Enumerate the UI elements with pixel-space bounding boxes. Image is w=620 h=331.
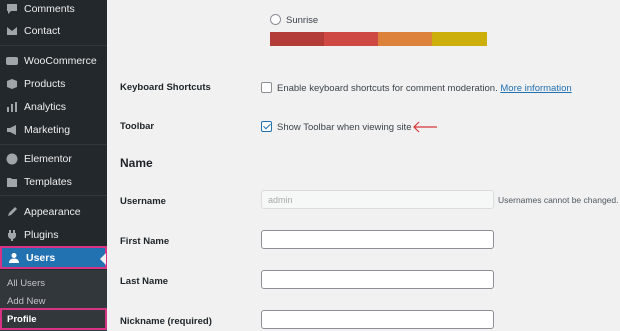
- last-name-field[interactable]: [261, 270, 494, 289]
- sidebar-item-label: Templates: [24, 176, 72, 188]
- username-hint: Usernames cannot be changed.: [498, 195, 619, 205]
- first-name-label: First Name: [120, 236, 170, 247]
- sidebar-item-label: Contact: [24, 25, 61, 37]
- keyboard-shortcuts-checkbox[interactable]: [261, 82, 272, 93]
- color-scheme-label: Sunrise: [286, 15, 319, 26]
- products-icon: [0, 78, 24, 90]
- appearance-icon: [0, 206, 24, 218]
- users-icon: [2, 252, 26, 264]
- left-arrow-icon: [413, 121, 437, 133]
- keyboard-shortcuts-text: Enable keyboard shortcuts for comment mo…: [277, 83, 572, 94]
- keyboard-shortcuts-label: Keyboard Shortcuts: [120, 82, 211, 93]
- sidebar-item-analytics[interactable]: Analytics: [0, 96, 107, 118]
- mail-icon: [0, 25, 24, 37]
- sidebar-item-users[interactable]: Users: [0, 246, 107, 269]
- submenu-item-all-users[interactable]: All Users: [0, 273, 107, 293]
- sidebar-item-marketing[interactable]: Marketing: [0, 119, 107, 141]
- admin-sidebar: Comments Contact WooCommerce Products An…: [0, 0, 107, 331]
- sidebar-item-label: Elementor: [24, 153, 72, 165]
- woocommerce-icon: [0, 55, 24, 67]
- sidebar-item-elementor[interactable]: Elementor: [0, 148, 107, 170]
- color-swatch: [432, 32, 487, 46]
- elementor-icon: [0, 153, 24, 165]
- marketing-icon: [0, 124, 24, 136]
- toolbar-label: Toolbar: [120, 121, 155, 132]
- username-field[interactable]: admin: [261, 190, 494, 209]
- plugins-icon: [0, 229, 24, 241]
- sidebar-item-label: Marketing: [24, 124, 71, 136]
- sidebar-item-appearance[interactable]: Appearance: [0, 201, 107, 223]
- color-swatch: [378, 32, 432, 46]
- sidebar-item-label: Products: [24, 78, 66, 90]
- last-name-label: Last Name: [120, 276, 169, 287]
- sidebar-item-label: Users: [26, 251, 56, 264]
- menu-separator: [0, 45, 107, 46]
- show-toolbar-checkbox[interactable]: [261, 121, 272, 132]
- keyboard-shortcuts-description: Enable keyboard shortcuts for comment mo…: [277, 83, 498, 94]
- name-section-title: Name: [120, 156, 153, 170]
- analytics-icon: [0, 101, 24, 113]
- sidebar-item-label: Appearance: [24, 206, 81, 218]
- username-label: Username: [120, 196, 166, 207]
- first-name-field[interactable]: [261, 230, 494, 249]
- submenu-item-profile[interactable]: Profile: [0, 308, 107, 330]
- sidebar-item-woocommerce[interactable]: WooCommerce: [0, 50, 107, 72]
- sidebar-item-label: WooCommerce: [24, 55, 97, 67]
- show-toolbar-text: Show Toolbar when viewing site: [277, 122, 412, 133]
- nickname-field[interactable]: [261, 310, 494, 329]
- sidebar-item-contact[interactable]: Contact: [0, 20, 107, 42]
- users-submenu: All Users Add New Profile: [0, 270, 107, 331]
- sidebar-item-templates[interactable]: Templates: [0, 171, 107, 193]
- color-swatch: [270, 32, 324, 46]
- color-scheme-radio-sunrise[interactable]: [270, 14, 281, 25]
- sidebar-item-plugins[interactable]: Plugins: [0, 224, 107, 246]
- sidebar-item-label: Comments: [24, 3, 75, 15]
- nickname-label: Nickname (required): [120, 316, 212, 327]
- menu-separator: [0, 144, 107, 145]
- current-menu-arrow: [100, 253, 106, 265]
- sidebar-item-label: Analytics: [24, 101, 67, 113]
- profile-form: Sunrise Keyboard Shortcuts Enable keyboa…: [107, 0, 620, 331]
- comments-icon: [0, 3, 24, 15]
- more-information-link[interactable]: More information: [500, 83, 571, 94]
- color-swatch: [324, 32, 378, 46]
- sidebar-item-comments[interactable]: Comments: [0, 0, 107, 20]
- sidebar-item-label: Plugins: [24, 229, 59, 241]
- menu-separator: [0, 195, 107, 196]
- templates-icon: [0, 176, 24, 188]
- sidebar-item-products[interactable]: Products: [0, 73, 107, 95]
